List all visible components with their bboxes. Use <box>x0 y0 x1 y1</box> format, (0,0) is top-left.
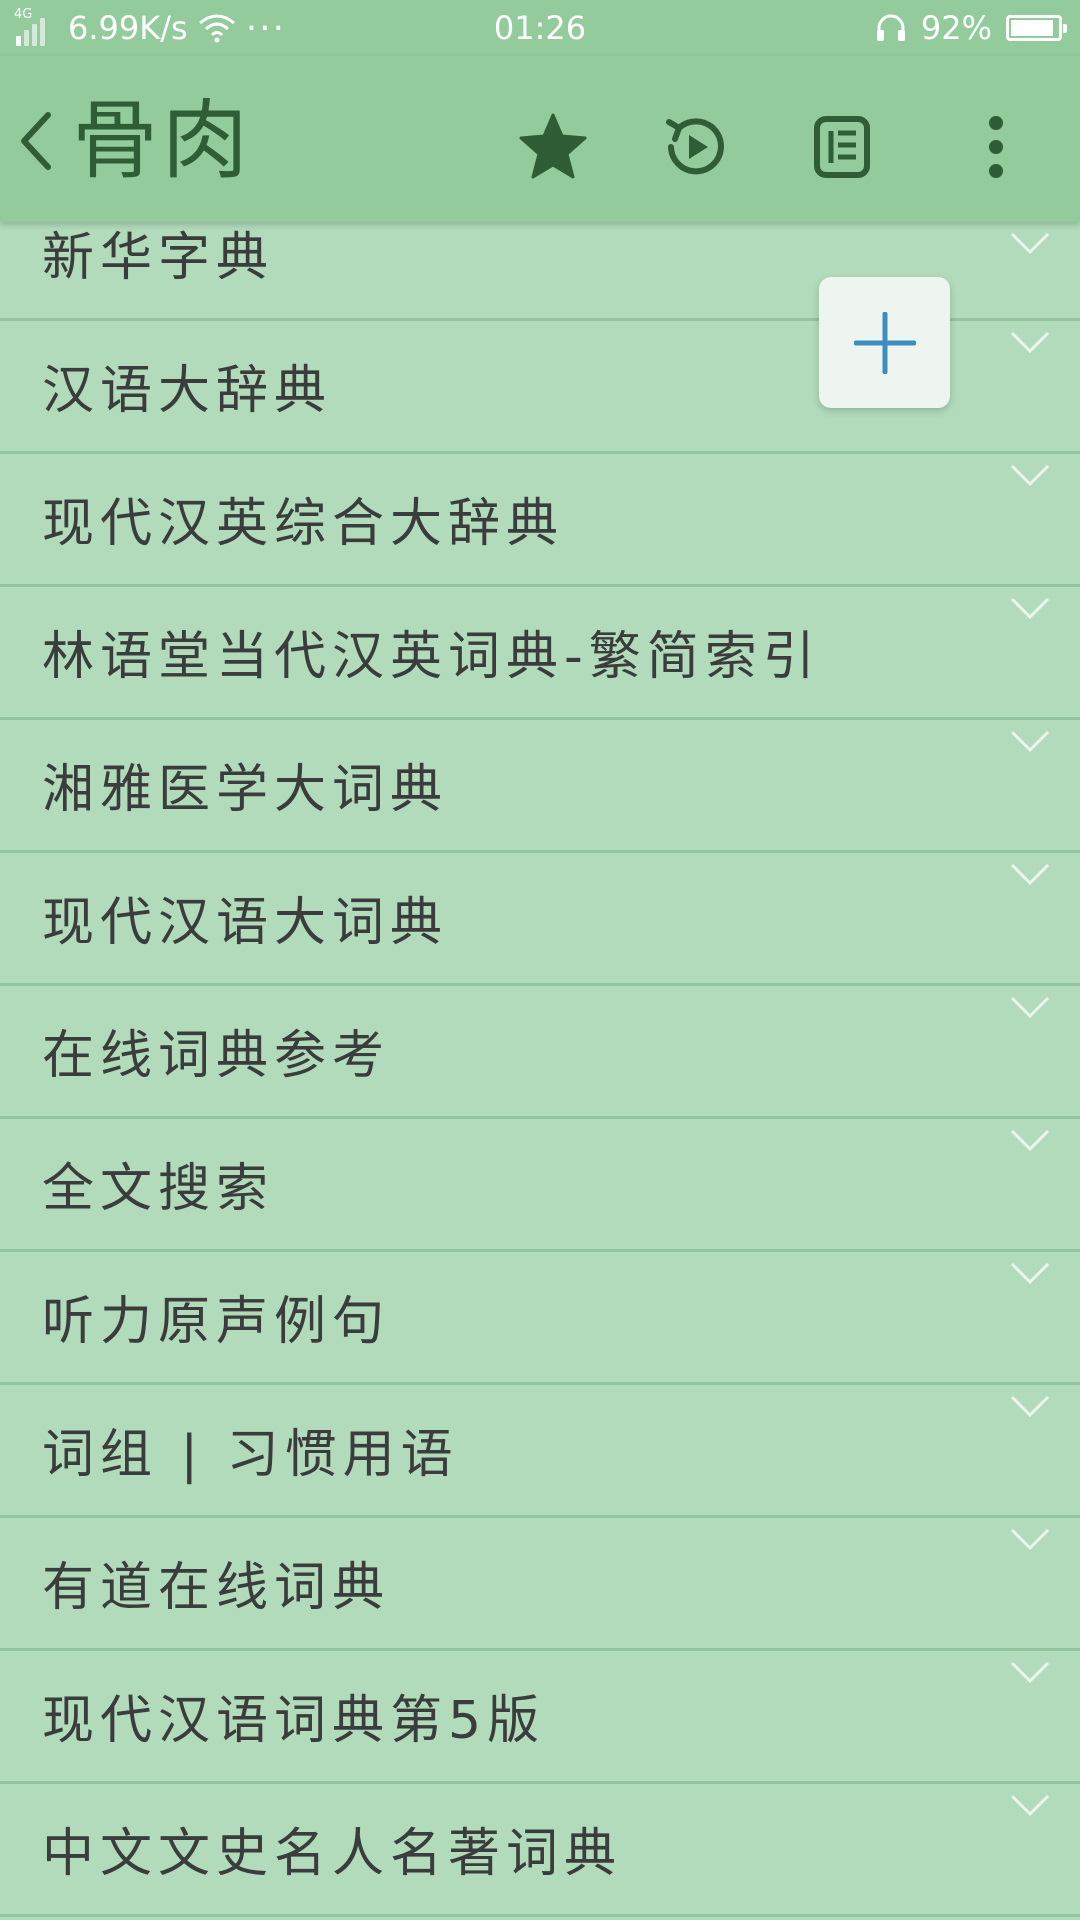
chevron-down-icon <box>1010 730 1050 753</box>
list-item-label: 听力原声例句 <box>42 1292 391 1352</box>
list-item[interactable]: 听力原声例句 <box>0 1252 1080 1385</box>
list-item-label: 湘雅医学大词典 <box>42 760 449 820</box>
chevron-down-icon <box>1010 331 1050 354</box>
chevron-down-icon <box>1010 996 1050 1019</box>
battery-icon <box>1006 15 1067 41</box>
add-button[interactable] <box>819 277 950 408</box>
list-item[interactable]: 现代汉语大词典 <box>0 853 1080 986</box>
favorite-button[interactable] <box>508 102 598 192</box>
list-item-label: 中文文史名人名著词典 <box>42 1824 623 1884</box>
list-item[interactable]: 在线词典参考 <box>0 986 1080 1119</box>
chevron-down-icon <box>1010 597 1050 620</box>
list-item-label: 全文搜索 <box>42 1159 275 1219</box>
app-bar: 骨肉 <box>0 56 1080 222</box>
star-icon <box>519 113 587 179</box>
chevron-down-icon <box>1010 464 1050 487</box>
list-item-label: 新华字典 <box>42 228 275 288</box>
list-item[interactable]: 全文搜索 <box>0 1119 1080 1252</box>
list-item[interactable]: 有道在线词典 <box>0 1518 1080 1651</box>
back-button[interactable] <box>4 96 68 186</box>
screen: 4G 6.99K/s ··· 01:26 92% 骨肉 新华字典 汉语大辞典 现… <box>0 0 1080 1920</box>
chevron-down-icon <box>1010 1661 1050 1684</box>
chevron-down-icon <box>1010 1794 1050 1817</box>
list-item[interactable]: 湘雅医学大词典 <box>0 720 1080 853</box>
list-button[interactable] <box>797 102 887 192</box>
list-item-label: 林语堂当代汉英词典-繁简索引 <box>42 627 821 687</box>
page-title: 骨肉 <box>72 91 252 191</box>
list-item-label: 汉语大辞典 <box>42 361 333 421</box>
list-item-label: 现代汉语词典第5版 <box>42 1691 546 1751</box>
list-item[interactable]: 词组 | 习惯用语 <box>0 1385 1080 1518</box>
status-right: 92% <box>875 8 1067 48</box>
more-vert-icon <box>989 116 1003 178</box>
dictionary-list: 新华字典 汉语大辞典 现代汉英综合大辞典 林语堂当代汉英词典-繁简索引 湘雅医学… <box>0 222 1080 1917</box>
list-item-label: 词组 | 习惯用语 <box>42 1425 459 1485</box>
chevron-down-icon <box>1010 1395 1050 1418</box>
list-item[interactable]: 现代汉语词典第5版 <box>0 1651 1080 1784</box>
list-item[interactable]: 林语堂当代汉英词典-繁简索引 <box>0 587 1080 720</box>
chevron-down-icon <box>1010 1262 1050 1285</box>
headphones-icon <box>876 14 905 41</box>
list-item[interactable]: 中文文史名人名著词典 <box>0 1784 1080 1917</box>
list-item-label: 现代汉英综合大辞典 <box>42 494 565 554</box>
status-bar: 4G 6.99K/s ··· 01:26 92% <box>0 0 1080 56</box>
list-item-label: 现代汉语大词典 <box>42 893 449 953</box>
battery-percent: 92% <box>920 9 992 47</box>
replay-icon <box>666 118 724 175</box>
replay-button[interactable] <box>651 102 741 192</box>
back-chevron-icon <box>21 112 51 170</box>
chevron-down-icon <box>1010 232 1050 255</box>
chevron-down-icon <box>1010 863 1050 886</box>
list-item[interactable]: 现代汉英综合大辞典 <box>0 454 1080 587</box>
list-item-label: 有道在线词典 <box>42 1558 391 1618</box>
list-icon <box>814 116 870 178</box>
chevron-down-icon <box>1010 1528 1050 1551</box>
list-item-label: 在线词典参考 <box>42 1026 391 1086</box>
plus-icon <box>853 311 916 374</box>
chevron-down-icon <box>1010 1129 1050 1152</box>
more-button[interactable] <box>951 102 1041 192</box>
